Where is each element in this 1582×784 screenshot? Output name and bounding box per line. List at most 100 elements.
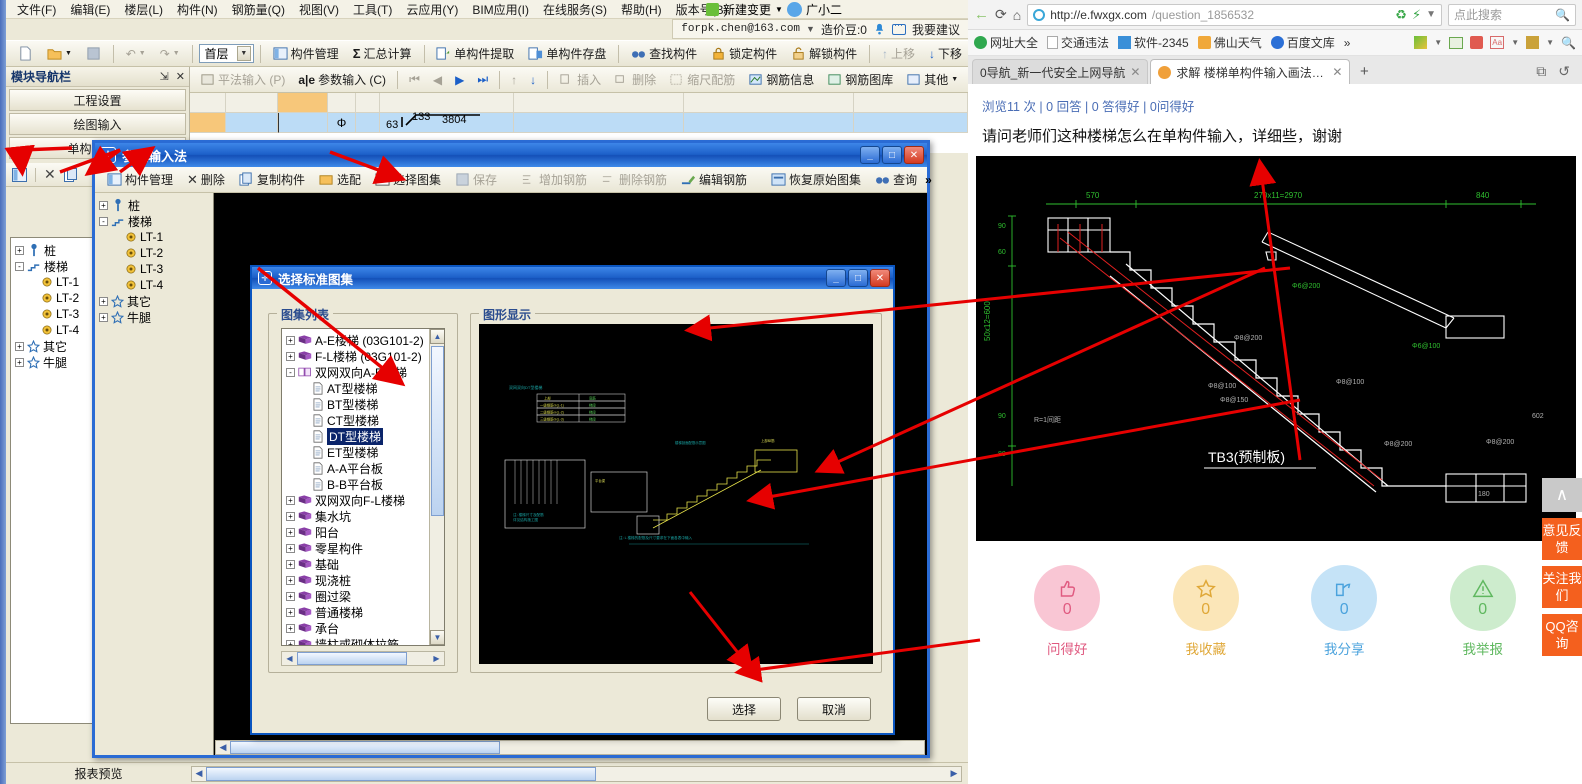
row-up-button[interactable]: ↑ [505,70,523,90]
maximize-button[interactable]: □ [882,146,902,164]
close-button[interactable]: ✕ [870,269,890,287]
tree-item[interactable]: LT-1 [97,229,211,245]
tree-item[interactable]: LT-3 [97,261,211,277]
pw-delete-button[interactable]: ✕ 删除 [181,168,231,191]
ad-block-icon[interactable]: Aa [1490,36,1505,49]
grid-cell[interactable] [226,93,278,113]
tree-item[interactable]: DT型楼梯 [284,427,428,445]
grid-cell[interactable] [380,93,514,113]
atlas-horizontal-scrollbar[interactable]: ◀ ▶ [281,651,445,666]
expand-icon[interactable]: + [99,200,108,210]
scale-rebar-button[interactable]: 缩尺配筋 [663,68,741,91]
gift-icon[interactable] [1470,36,1484,49]
account-email[interactable]: forpk.chen@163.com [681,23,800,35]
tree-item[interactable]: + 阳台 [284,524,428,540]
tree-item[interactable]: + 圈过梁 [284,588,428,604]
horizontal-scrollbar[interactable]: ◀ ▶ [191,765,962,782]
search-input[interactable]: 点此搜索 🔍 [1448,3,1576,26]
expand-icon[interactable]: + [286,495,295,505]
redo-button[interactable]: ↷ ▼ [154,44,186,64]
suggest-label[interactable]: 我要建议 [912,21,960,38]
tree-item[interactable]: A-A平台板 [284,460,428,476]
expand-icon[interactable]: + [15,341,24,351]
member-store-button[interactable]: 单构件存盘 [522,42,612,65]
tree-item[interactable]: CT型楼梯 [284,412,428,428]
lightning-icon[interactable]: ⚡ [1412,7,1421,23]
scroll-up-icon[interactable]: ▲ [430,329,444,344]
share-circle[interactable]: 0 [1311,565,1378,631]
bookmark-jiaotongweifa[interactable]: 交通违法 [1047,34,1109,51]
bookmarks-overflow-icon[interactable]: » [1344,36,1351,50]
expand-icon[interactable]: + [286,335,295,345]
assistant-icon[interactable] [786,2,802,17]
grid-cell[interactable] [514,113,684,133]
grid-cell[interactable] [684,93,854,113]
pw-edit-rebar-button[interactable]: 编辑钢筋 [675,168,753,191]
expand-icon[interactable]: + [286,591,295,601]
move-up-button[interactable]: ↑ 上移 [876,42,921,65]
grid-cell[interactable] [328,93,356,113]
bookmark-foshantianqi[interactable]: 佛山天气 [1197,34,1262,51]
member-manage-button[interactable]: 构件管理 [267,42,345,65]
favorite-circle[interactable]: 0 [1172,565,1239,631]
grid-cell-shape[interactable]: 63 133 3804 [380,111,514,133]
tree-item[interactable]: + 零星构件 [284,540,428,556]
toolbar-overflow-icon[interactable]: » [925,173,940,187]
tree-item[interactable]: LT-4 [97,277,211,293]
expand-icon[interactable]: + [286,351,295,361]
tree-item[interactable]: + 集水坑 [284,508,428,524]
menu-item-tools[interactable]: 工具(T) [346,0,399,19]
grid-cell[interactable] [356,93,380,113]
pingfa-input-button[interactable]: 平法输入 (P) [194,68,291,91]
menu-item-floor[interactable]: 楼层(L) [117,0,170,19]
menu-item-view[interactable]: 视图(V) [292,0,346,19]
scroll-thumb[interactable] [297,652,407,665]
tree-item[interactable]: ET型楼梯 [284,444,428,460]
search-icon[interactable]: 🔍 [1561,36,1576,50]
expand-icon[interactable]: + [286,527,295,537]
grid-cell[interactable] [356,113,380,133]
social-item-like[interactable]: 0 问得好 [1034,565,1101,658]
copy-icon[interactable] [63,167,78,182]
tree-item[interactable]: + A-E楼梯 (03G101-2) [284,332,428,348]
scroll-left-icon[interactable]: ◀ [282,652,297,665]
tree-item[interactable]: + 桩 [97,197,211,213]
scroll-thumb[interactable] [230,741,500,754]
undo-button[interactable]: ↶ ▼ [120,44,152,64]
scroll-right-icon[interactable]: ▶ [947,768,961,779]
menu-item-bim[interactable]: BIM应用(I) [465,0,536,19]
collapse-icon[interactable]: - [286,367,295,377]
menu-item-file[interactable]: 文件(F) [10,0,63,19]
minimize-button[interactable]: _ [860,146,880,164]
member-extract-button[interactable]: 单构件提取 [430,42,520,65]
pw-add-rebar-button[interactable]: 增加钢筋 [515,168,593,191]
social-item-share[interactable]: 0 我分享 [1311,565,1378,658]
grid-cell[interactable] [854,113,968,133]
delete-row-button[interactable]: 删除 [608,68,662,91]
menu-item-cloud[interactable]: 云应用(Y) [399,0,465,19]
cad-drawing-image[interactable]: 570 270x11=2970 840 50x12=600 90 60 90 8… [976,156,1576,541]
pw-restore-atlas-button[interactable]: 恢复原始图集 [765,168,867,191]
bookmark-ruanjian2345[interactable]: 软件-2345 [1118,34,1189,51]
menu-item-edit[interactable]: 编辑(E) [63,0,117,19]
summary-calc-button[interactable]: Σ 汇总计算 [347,42,418,65]
grid-cell[interactable] [854,93,968,113]
bookmark-baiduwenku[interactable]: 百度文库 [1270,34,1335,51]
apps-icon[interactable] [1414,36,1428,49]
maximize-button[interactable]: □ [848,269,868,287]
close-icon[interactable]: ✕ [1332,65,1342,79]
save-button[interactable] [80,43,107,64]
expand-icon[interactable]: + [15,357,24,367]
chevron-down-icon[interactable]: ▼ [1546,38,1554,47]
book-icon[interactable] [1449,36,1464,49]
menu-item-rebar[interactable]: 钢筋量(Q) [225,0,292,19]
param-window-hscrollbar[interactable]: ◀ [215,740,925,755]
minimize-button[interactable]: _ [826,269,846,287]
grid-cell[interactable] [684,113,854,133]
cancel-button[interactable]: 取消 [797,697,871,721]
atlas-tree-listbox[interactable]: + A-E楼梯 (03G101-2) + F-L楼梯 (03G101-2) - 双网双向A… [281,328,445,646]
report-circle[interactable]: 0 [1449,565,1516,631]
pw-save-button[interactable]: 保存 [449,168,503,191]
back-icon[interactable]: ← [974,6,989,23]
browser-tab-0[interactable]: 0导航_新一代安全上网导航 ✕ [972,59,1149,84]
